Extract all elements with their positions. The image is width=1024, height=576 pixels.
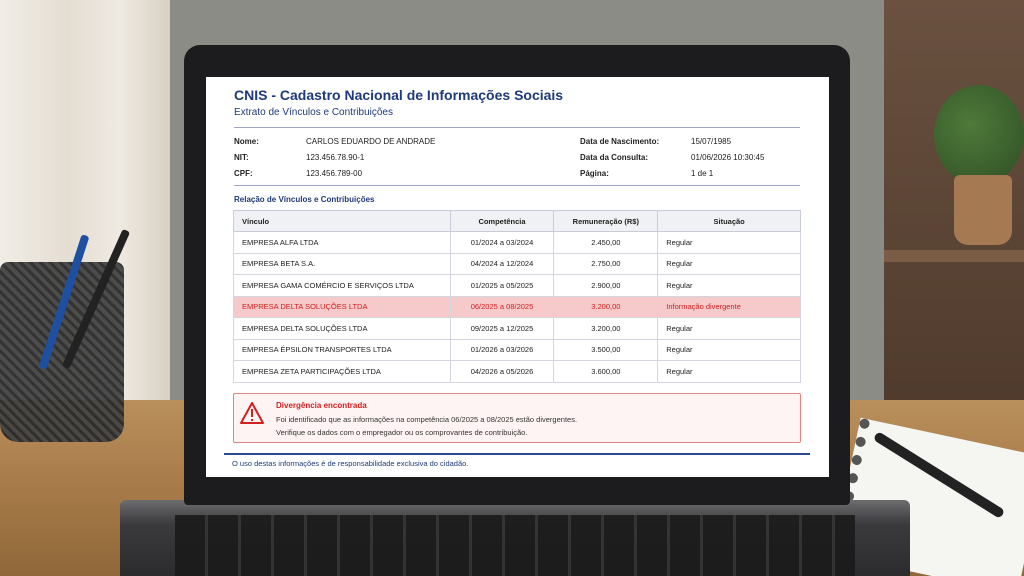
cell-competencia: 01/2026 a 03/2026	[449, 338, 555, 361]
column-header-remuneracao[interactable]: Remuneração (R$)	[553, 210, 659, 232]
cell-remuneracao: 3.600,00	[553, 360, 659, 383]
cell-remuneracao: 2.900,00	[553, 274, 659, 297]
shelf-board	[884, 250, 1024, 262]
screen: CNIS - Cadastro Nacional de Informações …	[206, 77, 829, 477]
header-divider	[234, 127, 800, 128]
cell-vinculo: EMPRESA BETA S.A.	[233, 252, 451, 275]
pen-cup	[0, 262, 124, 442]
keyboard	[175, 515, 855, 576]
cell-situacao: Regular	[657, 274, 801, 297]
table-row[interactable]: EMPRESA ZETA PARTICIPAÇÕES LTDA 04/2026 …	[233, 360, 801, 383]
warning-triangle-icon	[240, 402, 264, 424]
cell-remuneracao: 2.750,00	[553, 252, 659, 275]
cell-remuneracao: 2.450,00	[553, 231, 659, 254]
nit-label: NIT:	[234, 153, 249, 162]
plant-leaves	[934, 85, 1024, 185]
name-label: Nome:	[234, 137, 259, 146]
alert-title: Divergência encontrada	[276, 401, 367, 410]
cpf-label: CPF:	[234, 169, 253, 178]
cell-vinculo: EMPRESA ALFA LTDA	[233, 231, 451, 254]
cell-competencia: 06/2025 a 08/2025	[449, 295, 555, 318]
name-value: CARLOS EDUARDO DE ANDRADE	[306, 137, 436, 146]
footer-disclaimer: O uso destas informações é de responsabi…	[232, 459, 469, 468]
divergence-alert: Divergência encontrada Foi identificado …	[233, 393, 801, 443]
cell-competencia: 01/2025 a 05/2025	[449, 274, 555, 297]
cell-competencia: 04/2026 a 05/2026	[449, 360, 555, 383]
cell-competencia: 01/2024 a 03/2024	[449, 231, 555, 254]
bookshelf	[884, 0, 1024, 420]
cell-situacao: Regular	[657, 252, 801, 275]
table-row[interactable]: EMPRESA ALFA LTDA 01/2024 a 03/2024 2.45…	[233, 231, 801, 254]
nit-value: 123.456.78.90-1	[306, 153, 365, 162]
plant-pot	[954, 175, 1012, 245]
cell-competencia: 09/2025 a 12/2025	[449, 317, 555, 340]
cell-situacao: Informação divergente	[657, 295, 801, 318]
page-value: 1 de 1	[691, 169, 714, 178]
cell-remuneracao: 3.200,00	[553, 295, 659, 318]
query-date-label: Data da Consulta:	[580, 153, 649, 162]
table-row[interactable]: EMPRESA ÉPSILON TRANSPORTES LTDA 01/2026…	[233, 338, 801, 361]
table-row-highlighted[interactable]: EMPRESA DELTA SOLUÇÕES LTDA 06/2025 a 08…	[233, 295, 801, 318]
birth-label: Data de Nascimento:	[580, 137, 660, 146]
column-header-vinculo[interactable]: Vínculo	[233, 210, 451, 232]
footer-divider	[224, 453, 810, 455]
alert-message-line1: Foi identificado que as informações na c…	[276, 415, 578, 424]
cpf-value: 123.456.789-00	[306, 169, 363, 178]
page-title: CNIS - Cadastro Nacional de Informações …	[234, 87, 564, 103]
cell-remuneracao: 3.200,00	[553, 317, 659, 340]
cell-competencia: 04/2024 a 12/2024	[449, 252, 555, 275]
alert-message-line2: Verifique os dados com o empregador ou o…	[276, 428, 528, 437]
table-row[interactable]: EMPRESA BETA S.A. 04/2024 a 12/2024 2.75…	[233, 252, 801, 275]
info-divider	[234, 185, 800, 186]
section-title: Relação de Vínculos e Contribuições	[234, 195, 375, 204]
column-header-situacao[interactable]: Situação	[657, 210, 801, 232]
column-header-competencia[interactable]: Competência	[449, 210, 555, 232]
birth-value: 15/07/1985	[691, 137, 732, 146]
query-date-value: 01/06/2026 10:30:45	[691, 153, 765, 162]
table-row[interactable]: EMPRESA GAMA COMÉRCIO E SERVIÇOS LTDA 01…	[233, 274, 801, 297]
page-label: Página:	[580, 169, 609, 178]
cell-situacao: Regular	[657, 317, 801, 340]
cell-situacao: Regular	[657, 360, 801, 383]
table-header-row: Vínculo Competência Remuneração (R$) Sit…	[233, 210, 801, 232]
contributions-table: Vínculo Competência Remuneração (R$) Sit…	[233, 210, 801, 383]
cell-vinculo: EMPRESA DELTA SOLUÇÕES LTDA	[233, 317, 451, 340]
cell-vinculo: EMPRESA GAMA COMÉRCIO E SERVIÇOS LTDA	[233, 274, 451, 297]
cell-remuneracao: 3.500,00	[553, 338, 659, 361]
cell-vinculo: EMPRESA DELTA SOLUÇÕES LTDA	[233, 295, 451, 318]
cell-vinculo: EMPRESA ZETA PARTICIPAÇÕES LTDA	[233, 360, 451, 383]
table-row[interactable]: EMPRESA DELTA SOLUÇÕES LTDA 09/2025 a 12…	[233, 317, 801, 340]
cell-situacao: Regular	[657, 231, 801, 254]
cell-vinculo: EMPRESA ÉPSILON TRANSPORTES LTDA	[233, 338, 451, 361]
page-subtitle: Extrato de Vínculos e Contribuições	[234, 107, 393, 118]
cell-situacao: Regular	[657, 338, 801, 361]
